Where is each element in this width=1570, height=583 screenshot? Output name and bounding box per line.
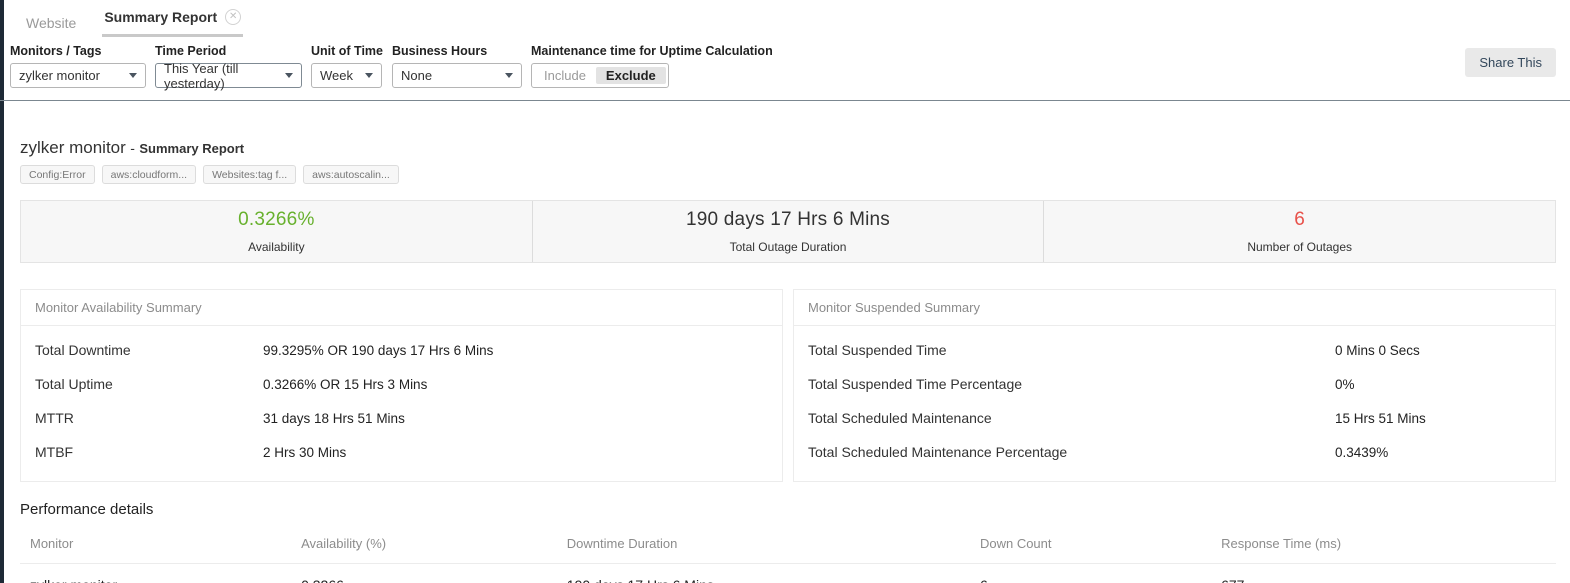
availability-value: 0.3266%	[238, 209, 314, 231]
cell-monitor: zylker monitor	[20, 564, 301, 583]
table-row[interactable]: zylker monitor 0.3266 190 days 17 Hrs 6 …	[20, 564, 1556, 583]
chevron-down-icon	[285, 73, 293, 78]
table-header-row: Monitor Availability (%) Downtime Durati…	[20, 526, 1556, 564]
availability-summary-panel: Monitor Availability Summary Total Downt…	[20, 289, 783, 482]
unit-of-time-value: Week	[320, 68, 353, 83]
col-header-downtime[interactable]: Downtime Duration	[567, 526, 980, 564]
row-value: 31 days 18 Hrs 51 Mins	[263, 411, 405, 426]
stats-band: 0.3266% Availability 190 days 17 Hrs 6 M…	[20, 200, 1556, 263]
business-hours-value: None	[401, 68, 432, 83]
tab-summary-report[interactable]: Summary Report ✕	[102, 9, 243, 37]
chevron-down-icon	[505, 73, 513, 78]
maintenance-label: Maintenance time for Uptime Calculation	[531, 44, 773, 58]
stat-availability: 0.3266% Availability	[21, 201, 532, 262]
outage-duration-label: Total Outage Duration	[730, 240, 847, 254]
col-header-monitor[interactable]: Monitor	[20, 526, 301, 564]
title-suffix: Summary Report	[139, 141, 244, 156]
chevron-down-icon	[129, 73, 137, 78]
summary-row: Total Downtime 99.3295% OR 190 days 17 H…	[35, 333, 768, 367]
title-separator: -	[130, 140, 135, 156]
tab-website[interactable]: Website	[26, 15, 76, 31]
cell-availability: 0.3266	[301, 564, 567, 583]
tag-pill[interactable]: Config:Error	[20, 165, 95, 184]
filter-bar: Monitors / Tags zylker monitor Time Peri…	[0, 36, 1570, 101]
row-value: 0%	[1335, 377, 1355, 392]
tag-list: Config:Error aws:cloudform... Websites:t…	[20, 165, 1556, 184]
summary-row: Total Uptime 0.3266% OR 15 Hrs 3 Mins	[35, 367, 768, 401]
filter-monitors-tags: Monitors / Tags zylker monitor	[10, 44, 146, 88]
row-value: 0.3439%	[1335, 445, 1388, 460]
summary-row: MTTR 31 days 18 Hrs 51 Mins	[35, 401, 768, 435]
report-title: zylker monitor - Summary Report	[20, 138, 1556, 158]
availability-label: Availability	[248, 240, 304, 254]
row-label: Total Suspended Time Percentage	[808, 376, 1335, 392]
unit-of-time-label: Unit of Time	[311, 44, 383, 58]
filter-unit-of-time: Unit of Time Week	[311, 44, 383, 88]
suspended-summary-body: Total Suspended Time 0 Mins 0 Secs Total…	[794, 326, 1555, 481]
stat-number-of-outages: 6 Number of Outages	[1043, 201, 1555, 262]
unit-of-time-select[interactable]: Week	[311, 63, 382, 88]
suspended-summary-panel: Monitor Suspended Summary Total Suspende…	[793, 289, 1556, 482]
row-label: Total Scheduled Maintenance Percentage	[808, 444, 1335, 460]
availability-summary-title: Monitor Availability Summary	[21, 290, 782, 326]
cell-response-time: 677	[1221, 564, 1556, 583]
time-period-select[interactable]: This Year (till yesterday)	[155, 63, 302, 88]
summary-row: MTBF 2 Hrs 30 Mins	[35, 435, 768, 469]
report-content: zylker monitor - Summary Report Config:E…	[0, 138, 1570, 583]
summary-row: Total Suspended Time 0 Mins 0 Secs	[808, 333, 1541, 367]
stat-total-outage-duration: 190 days 17 Hrs 6 Mins Total Outage Dura…	[532, 201, 1044, 262]
outages-count-label: Number of Outages	[1247, 240, 1352, 254]
share-this-button[interactable]: Share This	[1465, 48, 1556, 77]
monitors-tags-label: Monitors / Tags	[10, 44, 146, 58]
performance-table: Monitor Availability (%) Downtime Durati…	[20, 526, 1556, 583]
row-label: Total Suspended Time	[808, 342, 1335, 358]
summary-row: Total Scheduled Maintenance 15 Hrs 51 Mi…	[808, 401, 1541, 435]
availability-summary-body: Total Downtime 99.3295% OR 190 days 17 H…	[21, 326, 782, 481]
close-icon[interactable]: ✕	[225, 9, 241, 25]
monitors-tags-select[interactable]: zylker monitor	[10, 63, 146, 88]
performance-details-title: Performance details	[20, 501, 1556, 518]
tab-bar: Website Summary Report ✕	[0, 0, 1570, 36]
maintenance-include-option[interactable]: Include	[534, 67, 596, 84]
suspended-summary-title: Monitor Suspended Summary	[794, 290, 1555, 326]
tag-pill[interactable]: aws:cloudform...	[102, 165, 196, 184]
summary-row: Total Suspended Time Percentage 0%	[808, 367, 1541, 401]
tab-summary-report-label: Summary Report	[104, 9, 217, 25]
maintenance-toggle: Include Exclude	[531, 63, 669, 88]
row-value: 2 Hrs 30 Mins	[263, 445, 346, 460]
outage-duration-value: 190 days 17 Hrs 6 Mins	[686, 209, 890, 231]
summary-row: Total Scheduled Maintenance Percentage 0…	[808, 435, 1541, 469]
col-header-availability[interactable]: Availability (%)	[301, 526, 567, 564]
row-label: MTTR	[35, 410, 263, 426]
business-hours-label: Business Hours	[392, 44, 522, 58]
tag-pill[interactable]: aws:autoscalin...	[303, 165, 399, 184]
tag-pill[interactable]: Websites:tag f...	[203, 165, 296, 184]
chevron-down-icon	[365, 73, 373, 78]
summary-panels: Monitor Availability Summary Total Downt…	[20, 289, 1556, 482]
col-header-response-time[interactable]: Response Time (ms)	[1221, 526, 1556, 564]
cell-down-count: 6	[980, 564, 1221, 583]
business-hours-select[interactable]: None	[392, 63, 522, 88]
col-header-down-count[interactable]: Down Count	[980, 526, 1221, 564]
outages-count-value: 6	[1294, 209, 1305, 231]
time-period-value: This Year (till yesterday)	[164, 61, 277, 91]
monitor-name: zylker monitor	[20, 138, 126, 157]
row-value: 0 Mins 0 Secs	[1335, 343, 1420, 358]
row-value: 99.3295% OR 190 days 17 Hrs 6 Mins	[263, 343, 493, 358]
row-label: Total Downtime	[35, 342, 263, 358]
cell-downtime: 190 days 17 Hrs 6 Mins	[567, 564, 980, 583]
row-label: Total Uptime	[35, 376, 263, 392]
filter-business-hours: Business Hours None	[392, 44, 522, 88]
row-value: 0.3266% OR 15 Hrs 3 Mins	[263, 377, 427, 392]
row-label: MTBF	[35, 444, 263, 460]
row-value: 15 Hrs 51 Mins	[1335, 411, 1426, 426]
row-label: Total Scheduled Maintenance	[808, 410, 1335, 426]
time-period-label: Time Period	[155, 44, 302, 58]
filter-maintenance: Maintenance time for Uptime Calculation …	[531, 44, 773, 88]
filter-time-period: Time Period This Year (till yesterday)	[155, 44, 302, 88]
maintenance-exclude-option[interactable]: Exclude	[596, 67, 666, 84]
monitors-tags-value: zylker monitor	[19, 68, 100, 83]
